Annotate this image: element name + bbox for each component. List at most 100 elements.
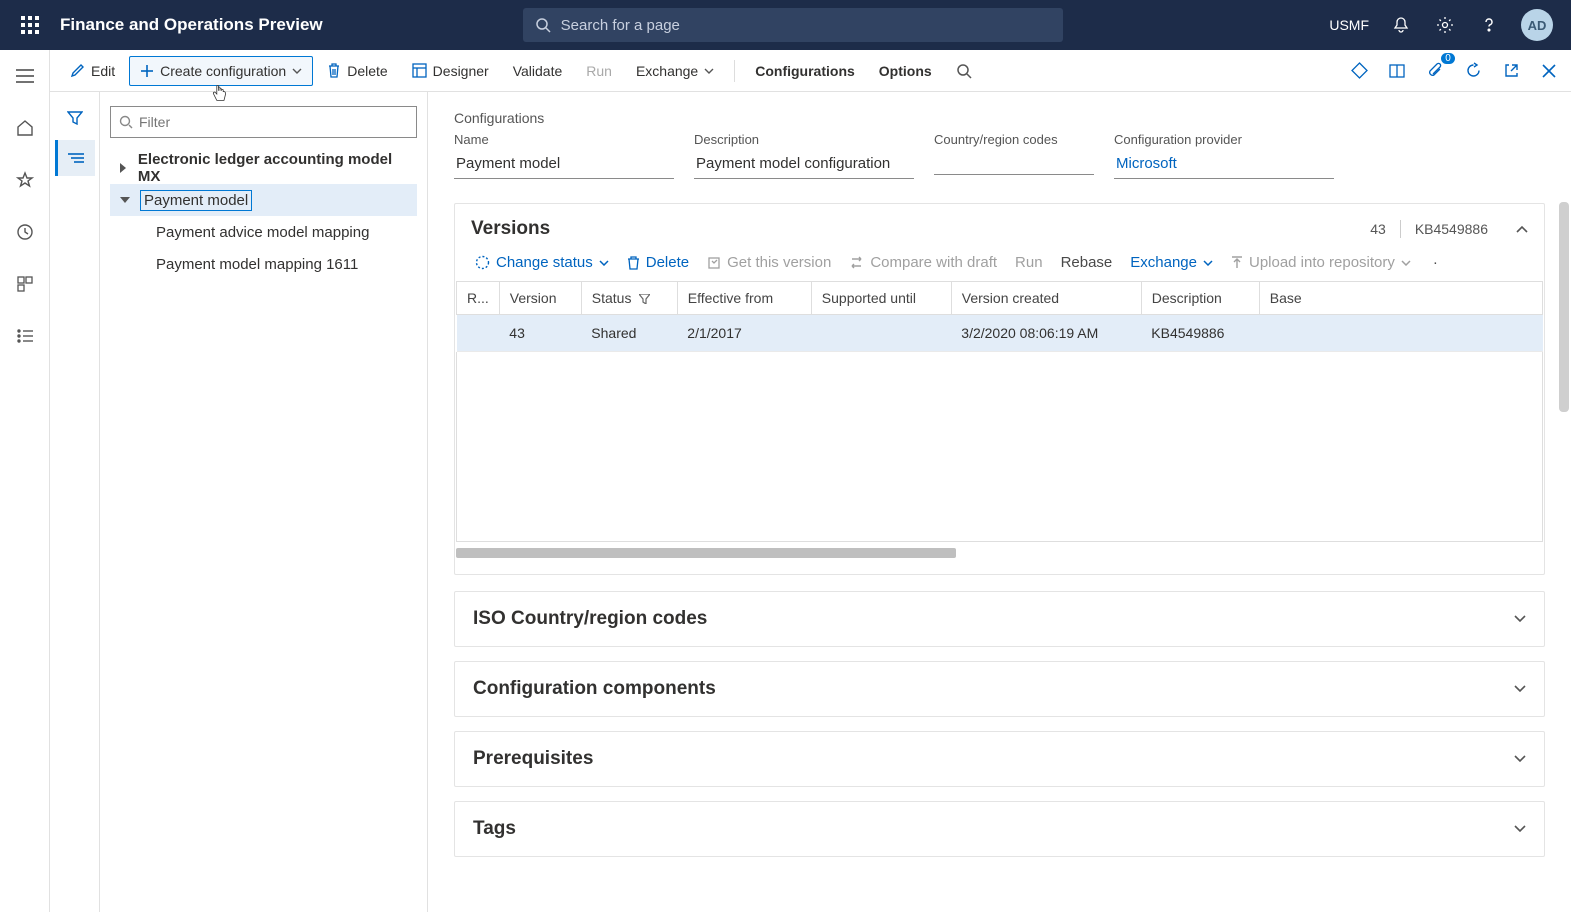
open-window-icon[interactable] (1385, 59, 1409, 83)
col-description[interactable]: Description (1141, 282, 1259, 315)
chevron-down-icon (1514, 825, 1526, 833)
field-value[interactable]: Payment model configuration (694, 151, 914, 179)
home-icon[interactable] (9, 112, 41, 144)
version-run-button: Run (1015, 254, 1043, 271)
star-icon[interactable] (9, 164, 41, 196)
search-icon (956, 63, 972, 79)
search-input[interactable] (561, 17, 1051, 34)
actionbar-search-button[interactable] (946, 57, 982, 85)
attachments-count: 0 (1441, 53, 1455, 64)
tree-filter[interactable] (110, 106, 417, 138)
change-status-button[interactable]: Change status (475, 254, 609, 271)
chevron-down-icon (292, 68, 302, 74)
upload-button: Upload into repository (1231, 254, 1411, 271)
chevron-up-icon[interactable] (1516, 225, 1528, 233)
chevron-down-icon (704, 68, 714, 74)
hamburger-icon[interactable] (9, 60, 41, 92)
left-rail (0, 50, 50, 912)
filter-icon[interactable] (55, 100, 95, 136)
delete-label: Delete (347, 63, 387, 79)
refresh-icon[interactable] (1461, 59, 1485, 83)
versions-count: 43 (1370, 221, 1386, 237)
tree-item-label: Payment model mapping 1611 (156, 256, 358, 273)
tree-column: Electronic ledger accounting model MX Pa… (50, 92, 428, 912)
tree-filter-input[interactable] (139, 114, 408, 130)
versions-card: Versions 43 KB4549886 Change status (454, 203, 1545, 575)
tree-item[interactable]: Payment model (110, 184, 417, 216)
versions-kb: KB4549886 (1415, 221, 1488, 237)
designer-icon (412, 63, 427, 78)
chevron-down-icon (599, 260, 609, 266)
action-bar: Edit Create configuration Delete Designe… (50, 50, 1571, 92)
options-button[interactable]: Options (869, 57, 942, 85)
field-label: Name (454, 132, 674, 147)
field-value[interactable] (934, 151, 1094, 175)
field-country: Country/region codes (934, 132, 1094, 179)
bell-icon[interactable] (1389, 13, 1413, 37)
tree-item[interactable]: Electronic ledger accounting model MX (110, 152, 417, 184)
validate-button[interactable]: Validate (503, 57, 573, 85)
options-label: Options (879, 63, 932, 79)
compare-button: Compare with draft (849, 254, 997, 271)
legal-entity[interactable]: USMF (1329, 17, 1369, 33)
exchange-button[interactable]: Exchange (626, 57, 724, 85)
tree-mode-icon[interactable] (55, 140, 95, 176)
chevron-down-icon (1401, 260, 1411, 266)
create-configuration-button[interactable]: Create configuration (129, 56, 313, 86)
designer-button[interactable]: Designer (402, 57, 499, 85)
configurations-button[interactable]: Configurations (745, 57, 865, 85)
tree-item[interactable]: Payment advice model mapping (110, 216, 417, 248)
help-icon[interactable] (1477, 13, 1501, 37)
app-launcher-icon[interactable] (10, 5, 50, 45)
field-value[interactable]: Payment model (454, 151, 674, 179)
diamond-icon[interactable] (1347, 59, 1371, 83)
col-effective[interactable]: Effective from (677, 282, 811, 315)
table-row[interactable]: 43 Shared 2/1/2017 3/2/2020 08:06:19 AM … (457, 315, 1543, 352)
col-base[interactable]: Base (1259, 282, 1542, 315)
expander-components[interactable]: Configuration components (454, 661, 1545, 717)
filter-icon (639, 294, 650, 304)
chevron-down-icon (1514, 755, 1526, 763)
avatar[interactable]: AD (1521, 9, 1553, 41)
status-icon (475, 255, 490, 270)
col-created[interactable]: Version created (951, 282, 1141, 315)
edit-button[interactable]: Edit (60, 57, 125, 85)
col-r[interactable]: R... (457, 282, 500, 315)
field-value[interactable]: Microsoft (1114, 151, 1334, 179)
expander-iso[interactable]: ISO Country/region codes (454, 591, 1545, 647)
col-version[interactable]: Version (499, 282, 581, 315)
more-button[interactable]: · (1433, 254, 1438, 271)
expander-tags[interactable]: Tags (454, 801, 1545, 857)
module-icon[interactable] (9, 268, 41, 300)
version-delete-button[interactable]: Delete (627, 254, 689, 271)
popout-icon[interactable] (1499, 59, 1523, 83)
edit-label: Edit (91, 63, 115, 79)
col-status[interactable]: Status (581, 282, 677, 315)
delete-button[interactable]: Delete (317, 57, 397, 85)
horizontal-scrollbar[interactable] (456, 548, 1543, 560)
list-icon[interactable] (9, 320, 41, 352)
chevron-down-icon (1514, 685, 1526, 693)
expander-prerequisites[interactable]: Prerequisites (454, 731, 1545, 787)
attachments-icon[interactable]: 0 (1423, 59, 1447, 83)
section-title: Configurations (454, 110, 1545, 126)
plus-icon (140, 64, 154, 78)
vertical-scrollbar[interactable] (1559, 202, 1569, 762)
tree-item[interactable]: Payment model mapping 1611 (110, 248, 417, 280)
designer-label: Designer (433, 63, 489, 79)
field-description: Description Payment model configuration (694, 132, 914, 179)
versions-title: Versions (471, 218, 1356, 240)
global-search[interactable] (523, 8, 1063, 42)
trash-icon (327, 63, 341, 78)
configurations-label: Configurations (755, 63, 855, 79)
version-exchange-button[interactable]: Exchange (1130, 254, 1213, 271)
col-supported[interactable]: Supported until (811, 282, 951, 315)
close-icon[interactable] (1537, 59, 1561, 83)
tree-item-label: Electronic ledger accounting model MX (138, 151, 417, 185)
versions-grid: R... Version Status Effective from Suppo… (456, 281, 1543, 352)
compare-icon (849, 256, 864, 269)
gear-icon[interactable] (1433, 13, 1457, 37)
tree: Electronic ledger accounting model MX Pa… (110, 152, 417, 280)
rebase-button[interactable]: Rebase (1061, 254, 1113, 271)
clock-icon[interactable] (9, 216, 41, 248)
